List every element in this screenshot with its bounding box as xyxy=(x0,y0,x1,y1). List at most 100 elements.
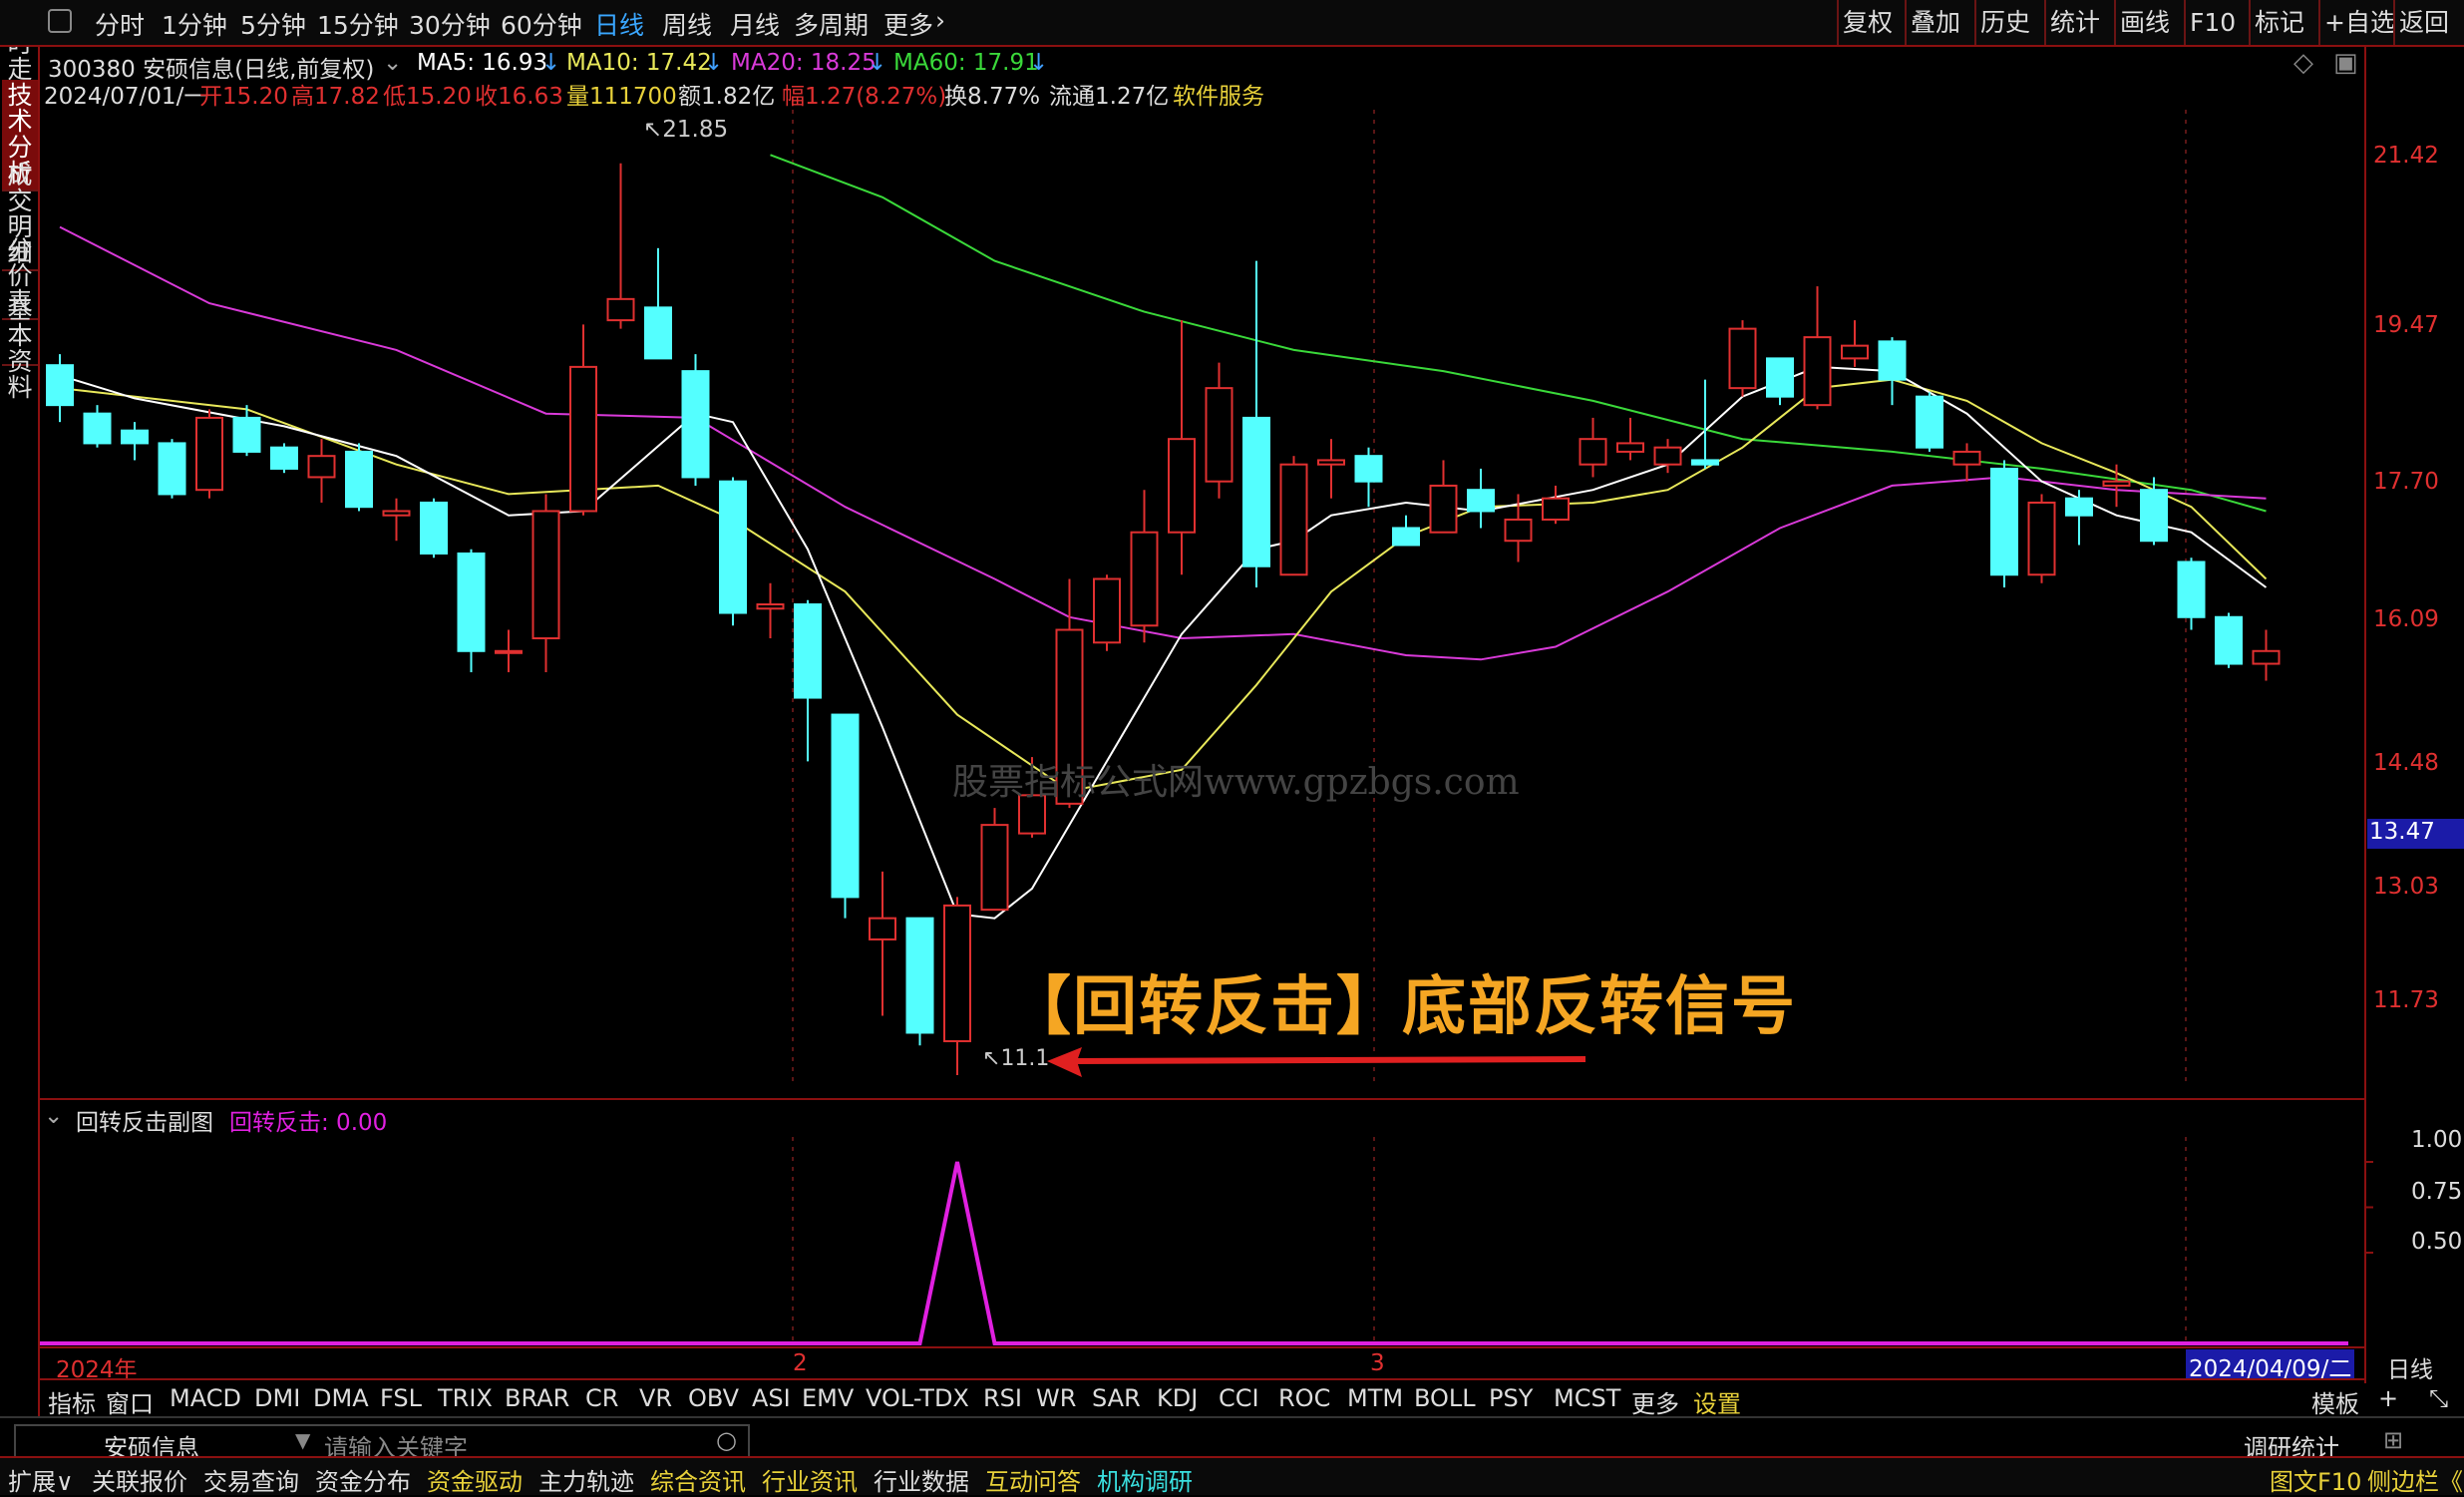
bottom-tab-expand[interactable]: 扩展∨ xyxy=(8,1462,74,1497)
candle-body xyxy=(1916,395,1943,449)
bottom-tab-fund-drive[interactable]: 资金驱动 xyxy=(427,1462,523,1497)
candle-body xyxy=(495,649,523,654)
indicator-name[interactable]: 回转反击副图 xyxy=(76,1103,213,1137)
ind-tab-indicator[interactable]: 指标 xyxy=(48,1384,96,1419)
price-tick: 13.03 xyxy=(2373,874,2439,900)
f10-graphic-button[interactable]: 图文F10 xyxy=(2270,1462,2361,1497)
ind-tab-vr[interactable]: VR xyxy=(639,1384,672,1412)
candle-body xyxy=(719,480,747,614)
price-tick: 17.70 xyxy=(2373,469,2439,495)
bottom-tab-institution-research[interactable]: 机构调研 xyxy=(1097,1462,1193,1497)
current-price-tag: 13.47 xyxy=(2367,819,2464,849)
left-arrow-icon: ↖ xyxy=(982,1046,1001,1071)
bottom-tab-trade-query[interactable]: 交易查询 xyxy=(203,1462,299,1497)
candle-body xyxy=(1317,459,1345,466)
candle-body xyxy=(1467,489,1495,513)
ind-tab-emv[interactable]: EMV xyxy=(802,1384,854,1412)
ind-tab-trix[interactable]: TRIX xyxy=(438,1384,493,1412)
candle-body xyxy=(1691,459,1719,466)
candle-body xyxy=(794,603,822,699)
bottom-tab-fund-distribution[interactable]: 资金分布 xyxy=(315,1462,411,1497)
search-bar: 安硕信息 ▼ 请输入关键字 ○ 调研统计 ⊞ xyxy=(0,1416,2464,1462)
candle-body xyxy=(943,904,971,1042)
candle-body xyxy=(1168,438,1196,534)
candle-body xyxy=(2027,501,2056,576)
candle-body xyxy=(1392,527,1420,547)
ind-tab-wr[interactable]: WR xyxy=(1036,1384,1076,1412)
ind-tab-rsi[interactable]: RSI xyxy=(983,1384,1022,1412)
ind-tab-window[interactable]: 窗口 xyxy=(106,1384,154,1419)
bottom-tab-industry-data[interactable]: 行业数据 xyxy=(874,1462,969,1497)
candle-body xyxy=(1279,463,1308,576)
candle-body xyxy=(1093,577,1121,644)
candle-body xyxy=(606,297,635,322)
ind-tab-cr[interactable]: CR xyxy=(585,1384,618,1412)
ind-tab-boll[interactable]: BOLL xyxy=(1414,1384,1476,1412)
ind-tab-vol-tdx[interactable]: VOL-TDX xyxy=(866,1384,969,1412)
candle-body xyxy=(1766,357,1794,398)
bottom-tab-bar: 扩展∨ 关联报价 交易查询 资金分布 资金驱动 主力轨迹 综合资讯 行业资讯 行… xyxy=(0,1456,2464,1497)
grid-icon[interactable]: ⊞ xyxy=(2383,1426,2403,1454)
bottom-tab-main-track[interactable]: 主力轨迹 xyxy=(538,1462,634,1497)
ind-tab-settings[interactable]: 设置 xyxy=(1693,1384,1741,1419)
chevron-down-icon[interactable]: ⌄ xyxy=(44,1103,63,1129)
ind-tab-dmi[interactable]: DMI xyxy=(254,1384,300,1412)
candle-body xyxy=(2252,649,2281,665)
ind-tab-dma[interactable]: DMA xyxy=(313,1384,369,1412)
ind-tab-cci[interactable]: CCI xyxy=(1219,1384,1259,1412)
high-mark-value: 21.85 xyxy=(662,117,729,143)
caret-down-icon[interactable]: ▼ xyxy=(295,1428,310,1452)
ind-tab-mcst[interactable]: MCST xyxy=(1554,1384,1620,1412)
candlestick-chart[interactable] xyxy=(0,0,2464,1495)
annotation-arrow-line xyxy=(1071,1056,1586,1064)
add-indicator-button[interactable]: + xyxy=(2378,1384,2398,1412)
candle-body xyxy=(1728,327,1757,390)
candle-body xyxy=(569,365,597,513)
ind-tab-asi[interactable]: ASI xyxy=(752,1384,791,1412)
ind-tab-roc[interactable]: ROC xyxy=(1278,1384,1330,1412)
ind-tab-brar[interactable]: BRAR xyxy=(505,1384,569,1412)
candle-body xyxy=(1504,518,1533,543)
bottom-tab-related-quotes[interactable]: 关联报价 xyxy=(92,1462,187,1497)
bottom-tab-qa[interactable]: 互动问答 xyxy=(985,1462,1081,1497)
candle-body xyxy=(307,455,336,479)
search-icon[interactable]: ○ xyxy=(716,1426,737,1454)
indicator-tick: 0.50 xyxy=(2411,1229,2463,1255)
sidebar-button[interactable]: 侧边栏《 xyxy=(2367,1462,2463,1497)
template-button[interactable]: 模板 xyxy=(2311,1384,2359,1419)
candle-body xyxy=(1878,340,1907,381)
candle-body xyxy=(158,442,186,496)
ma5-line xyxy=(59,365,2268,920)
candle-body xyxy=(1354,455,1383,483)
ind-tab-more[interactable]: 更多 xyxy=(1631,1384,1679,1419)
candle-body xyxy=(1803,336,1832,407)
low-mark-value: 11.1 xyxy=(1000,1046,1050,1071)
candle-body xyxy=(1616,442,1644,453)
expand-icon[interactable]: ⤡ xyxy=(2429,1384,2448,1412)
candle-body xyxy=(644,306,672,360)
candle-body xyxy=(121,429,149,445)
candle-body xyxy=(1579,438,1607,466)
indicator-tick: 1.00 xyxy=(2411,1127,2463,1153)
candle-body xyxy=(46,364,74,407)
candle-body xyxy=(905,917,934,1034)
price-tick: 19.47 xyxy=(2373,312,2439,338)
indicator-tab-bar: 指标 窗口 MACD DMI DMA FSL TRIX BRAR CR VR O… xyxy=(40,1378,2448,1418)
ma60-line xyxy=(770,154,2267,513)
indicator-value: 回转反击: 0.00 xyxy=(229,1110,388,1136)
bottom-tab-news[interactable]: 综合资讯 xyxy=(650,1462,746,1497)
ind-tab-psy[interactable]: PSY xyxy=(1489,1384,1533,1412)
candle-body xyxy=(2102,480,2131,487)
ind-tab-obv[interactable]: OBV xyxy=(688,1384,739,1412)
ind-tab-macd[interactable]: MACD xyxy=(170,1384,241,1412)
candle-body xyxy=(1205,387,1233,483)
ind-tab-kdj[interactable]: KDJ xyxy=(1157,1384,1198,1412)
left-arrow-icon: ↖ xyxy=(643,117,663,143)
ind-tab-fsl[interactable]: FSL xyxy=(380,1384,422,1412)
bottom-tab-industry-news[interactable]: 行业资讯 xyxy=(762,1462,858,1497)
period-label[interactable]: 日线 xyxy=(2387,1350,2433,1384)
ind-tab-sar[interactable]: SAR xyxy=(1092,1384,1141,1412)
stock-chart-window: 分时走势 技术分析 成交明细 分价表 基本资料 分时 1分钟 5分钟 15分钟 … xyxy=(0,0,2464,1497)
candle-body xyxy=(195,416,223,492)
ind-tab-mtm[interactable]: MTM xyxy=(1347,1384,1403,1412)
